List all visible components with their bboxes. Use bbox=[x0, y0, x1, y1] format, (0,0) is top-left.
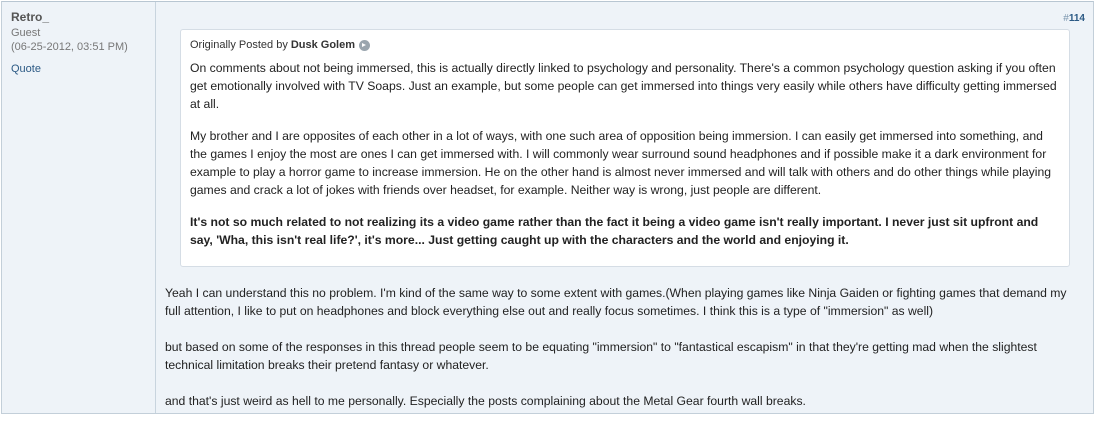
post-date: (06-25-2012, 03:51 PM) bbox=[11, 41, 128, 53]
quote-paragraph: On comments about not being immersed, th… bbox=[190, 61, 1057, 111]
quote-author: Dusk Golem bbox=[290, 39, 356, 51]
username[interactable]: Retro_ bbox=[11, 10, 155, 24]
post-paragraph: Yeah I can understand this no problem. I… bbox=[165, 286, 1067, 318]
post-paragraph: and that's just weird as hell to me pers… bbox=[165, 394, 806, 408]
post-body: Yeah I can understand this no problem. I… bbox=[165, 284, 1070, 428]
post-paragraph: but based on some of the responses in th… bbox=[165, 340, 1037, 372]
quote-block: Originally Posted by Dusk Golem On comme… bbox=[180, 29, 1070, 267]
view-post-icon[interactable] bbox=[359, 39, 371, 51]
post-user-info: Retro_ Guest (06-25-2012, 03:51 PM) Quot… bbox=[2, 2, 156, 413]
user-title: Guest bbox=[11, 27, 41, 39]
quote-header: Originally Posted by Dusk Golem bbox=[190, 39, 1060, 51]
post-content: #114 Originally Posted by Dusk Golem On … bbox=[156, 2, 1093, 413]
quote-button[interactable]: Quote bbox=[11, 63, 41, 75]
post-number: 114 bbox=[1068, 13, 1085, 24]
post-number-link[interactable]: #114 bbox=[1063, 13, 1085, 24]
quote-paragraph: My brother and I are opposites of each o… bbox=[190, 129, 1052, 197]
quote-prefix: Originally Posted by bbox=[190, 39, 288, 51]
quote-paragraph-bold: It's not so much related to not realizin… bbox=[190, 215, 1039, 247]
forum-post: Retro_ Guest (06-25-2012, 03:51 PM) Quot… bbox=[1, 1, 1094, 414]
